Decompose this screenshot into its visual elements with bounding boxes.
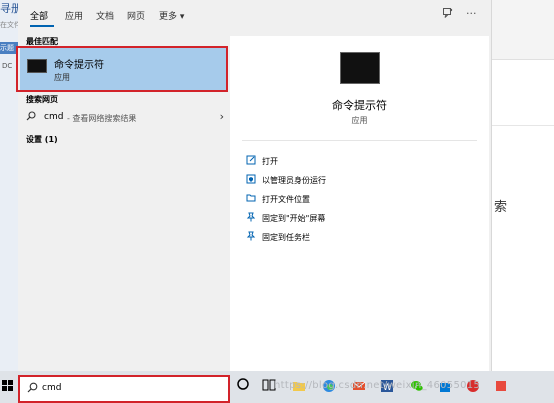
action-pin-to-taskbar-label: 固定到任务栏 <box>262 233 310 242</box>
action-run-as-admin[interactable]: 以管理员身份运行 <box>246 174 466 188</box>
folder-icon <box>246 193 256 206</box>
active-tab-indicator <box>30 25 54 27</box>
action-open-file-location[interactable]: 打开文件位置 <box>246 193 466 207</box>
tab-documents[interactable]: 文档 <box>96 9 114 22</box>
best-match-highlight <box>16 46 228 92</box>
search-icon <box>26 111 36 124</box>
web-search-heading: 搜索网页 <box>26 95 58 104</box>
action-pin-to-start-label: 固定到"开始"屏幕 <box>262 214 326 223</box>
tab-all[interactable]: 全部 <box>30 9 48 22</box>
tab-web[interactable]: 网页 <box>127 9 145 22</box>
search-tabs: 全部 应用 文档 网页 更多 ▾ ··· <box>18 0 492 30</box>
action-pin-to-taskbar[interactable]: 固定到任务栏 <box>246 231 466 245</box>
watermark-text: https://blog.csdn.net/weixin_46055015 <box>274 380 481 391</box>
action-run-as-admin-label: 以管理员身份运行 <box>262 176 326 185</box>
background-header <box>492 0 554 60</box>
action-open[interactable]: 打开 <box>246 155 466 169</box>
web-search-description: - 查看网络搜索结果 <box>67 114 137 123</box>
preview-app-name: 命令提示符 <box>332 99 387 112</box>
chevron-right-icon[interactable]: › <box>220 110 224 123</box>
background-divider <box>492 125 554 126</box>
settings-heading[interactable]: 设置 (1) <box>26 134 58 145</box>
app-icon[interactable] <box>494 379 508 397</box>
tab-apps[interactable]: 应用 <box>65 9 83 22</box>
tab-more[interactable]: 更多 ▾ <box>159 9 184 22</box>
pin-icon <box>246 212 256 225</box>
cortana-icon[interactable] <box>236 377 250 395</box>
open-icon <box>246 155 256 168</box>
search-icon <box>27 382 38 396</box>
pin-taskbar-icon <box>246 231 256 244</box>
search-input[interactable]: cmd <box>42 383 222 393</box>
web-search-query: cmd <box>44 112 64 122</box>
windows-start-icon[interactable] <box>2 380 14 392</box>
preview-divider <box>242 140 477 141</box>
background-window-right: 索 <box>492 0 554 371</box>
more-options-icon[interactable]: ··· <box>466 7 477 20</box>
web-search-item[interactable]: cmd - 查看网络搜索结果 › <box>20 109 226 127</box>
cmd-large-icon <box>340 52 380 84</box>
background-item: DC <box>2 62 13 70</box>
feedback-icon[interactable] <box>442 7 454 22</box>
screen: 寻册 在文件 示题 DC 索 全部 应用 文档 网页 更多 ▾ ··· 最佳匹配… <box>0 0 554 403</box>
action-open-file-location-label: 打开文件位置 <box>262 195 310 204</box>
action-pin-to-start[interactable]: 固定到"开始"屏幕 <box>246 212 466 226</box>
background-char: 索 <box>494 200 508 215</box>
preview-app-type: 应用 <box>351 116 368 125</box>
search-box[interactable]: cmd <box>18 375 230 403</box>
action-open-label: 打开 <box>262 157 278 166</box>
admin-shield-icon <box>246 174 256 187</box>
preview-panel: 命令提示符 应用 打开 以管理员身份运行 打开文件位置 固定到"开始"屏幕 固定… <box>230 36 489 371</box>
